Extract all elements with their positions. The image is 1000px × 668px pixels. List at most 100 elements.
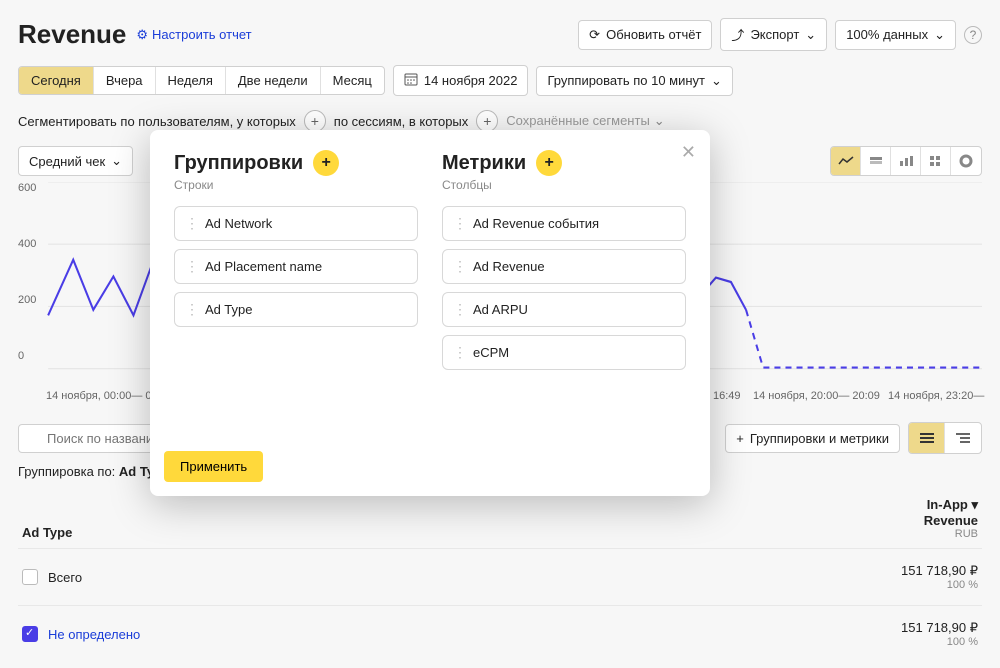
y-tick: 0 bbox=[18, 350, 24, 362]
y-tick: 400 bbox=[18, 238, 36, 250]
period-week[interactable]: Неделя bbox=[156, 67, 226, 94]
row-checkbox[interactable] bbox=[22, 626, 38, 642]
pill-label: Ad Revenue bbox=[473, 259, 545, 274]
metric-pill[interactable]: ⋮ Ad Revenue события bbox=[442, 206, 686, 241]
data-percent-button[interactable]: 100% данных ⌄ bbox=[835, 20, 956, 50]
table-view-toggle bbox=[908, 422, 982, 454]
grouping-prefix: Группировка по: bbox=[18, 464, 115, 479]
chart-pie-icon[interactable] bbox=[951, 147, 981, 175]
period-yesterday[interactable]: Вчера bbox=[94, 67, 156, 94]
drag-icon[interactable]: ⋮ bbox=[453, 344, 465, 361]
col-ad-type[interactable]: Ad Type bbox=[22, 525, 72, 540]
metric-select-label: Средний чек bbox=[29, 154, 105, 169]
pill-label: Ad ARPU bbox=[473, 302, 528, 317]
list-view-icon[interactable] bbox=[909, 423, 945, 453]
export-label: Экспорт bbox=[750, 27, 799, 42]
saved-segments-select[interactable]: Сохранённые сегменты bbox=[506, 113, 664, 129]
close-icon[interactable]: ✕ bbox=[681, 142, 696, 163]
grouping-pill[interactable]: ⋮Ad Placement name bbox=[174, 249, 418, 284]
period-row: Сегодня Вчера Неделя Две недели Месяц 14… bbox=[18, 65, 982, 96]
date-label: 14 ноября 2022 bbox=[424, 73, 518, 88]
table-header: Ad Type In-App ▾ Revenue RUB bbox=[18, 493, 982, 548]
upload-icon: ⤴ bbox=[731, 25, 744, 44]
pill-label: Ad Type bbox=[205, 302, 252, 317]
chevron-down-icon: ⌄ bbox=[711, 73, 722, 89]
header: Revenue ⚙ Настроить отчет ⟳ Обновить отч… bbox=[18, 18, 982, 51]
row-label[interactable]: Не определено bbox=[48, 627, 140, 642]
apply-button[interactable]: Применить bbox=[164, 451, 263, 482]
groupings-title: Группировки bbox=[174, 152, 303, 175]
chevron-down-icon: ⌄ bbox=[805, 27, 816, 43]
data-pct-label: 100% данных bbox=[846, 27, 928, 42]
drag-icon[interactable]: ⋮ bbox=[453, 258, 465, 275]
grouping-pill[interactable]: ⋮ Ad Network bbox=[174, 206, 418, 241]
export-button[interactable]: ⤴ Экспорт ⌄ bbox=[720, 18, 827, 51]
add-user-segment-button[interactable]: + bbox=[304, 110, 326, 132]
drag-icon[interactable]: ⋮ bbox=[185, 258, 197, 275]
groupings-column: Группировки + Строки ⋮ Ad Network ⋮Ad Pla… bbox=[174, 150, 418, 441]
groupings-sub: Строки bbox=[174, 178, 418, 192]
chevron-down-icon: ⌄ bbox=[934, 27, 945, 43]
row-amount: 151 718,90 ₽ bbox=[901, 563, 978, 579]
calendar-icon bbox=[404, 72, 418, 89]
metrics-column: Метрики + Столбцы ⋮ Ad Revenue события ⋮ A… bbox=[442, 150, 686, 441]
metric-select[interactable]: Средний чек ⌄ bbox=[18, 146, 133, 176]
period-segments: Сегодня Вчера Неделя Две недели Месяц bbox=[18, 66, 385, 95]
grouping-metrics-button[interactable]: + Группировки и метрики bbox=[725, 424, 900, 453]
x-tick: 14 ноября, 23:20— bbox=[888, 390, 984, 402]
drag-icon[interactable]: ⋮ bbox=[185, 215, 197, 232]
drag-icon[interactable]: ⋮ bbox=[185, 301, 197, 318]
pill-label: eCPM bbox=[473, 345, 509, 360]
configure-label: Настроить отчет bbox=[152, 27, 252, 42]
period-today[interactable]: Сегодня bbox=[19, 67, 94, 94]
pill-label: Ad Network bbox=[205, 216, 272, 231]
refresh-label: Обновить отчёт bbox=[606, 27, 701, 42]
gear-icon: ⚙ bbox=[136, 27, 148, 43]
refresh-button[interactable]: ⟳ Обновить отчёт bbox=[578, 20, 712, 50]
add-session-segment-button[interactable]: + bbox=[476, 110, 498, 132]
sort-desc-icon: ▾ bbox=[971, 497, 978, 512]
chart-bar-icon[interactable] bbox=[891, 147, 921, 175]
grouping-btn-label: Группировки и метрики bbox=[750, 431, 889, 446]
drag-icon[interactable]: ⋮ bbox=[453, 215, 465, 232]
plus-icon: + bbox=[736, 431, 744, 446]
row-pct: 100 % bbox=[901, 579, 978, 591]
segment-users-label: Сегментировать по пользователям, у котор… bbox=[18, 114, 296, 129]
row-checkbox[interactable] bbox=[22, 569, 38, 585]
refresh-icon: ⟳ bbox=[589, 27, 600, 43]
configure-report-link[interactable]: ⚙ Настроить отчет bbox=[136, 27, 251, 43]
chart-grid-icon[interactable] bbox=[921, 147, 951, 175]
x-tick: 14 ноября, 20:00— 20:09 bbox=[753, 390, 880, 402]
row-pct: 100 % bbox=[901, 636, 978, 648]
row-label: Всего bbox=[48, 570, 82, 585]
tree-view-icon[interactable] bbox=[945, 423, 981, 453]
chart-stacked-icon[interactable] bbox=[861, 147, 891, 175]
group-by-label: Группировать по 10 минут bbox=[547, 73, 705, 88]
help-icon[interactable]: ? bbox=[964, 26, 982, 44]
metric-pill[interactable]: ⋮ Ad Revenue bbox=[442, 249, 686, 284]
drag-icon[interactable]: ⋮ bbox=[453, 301, 465, 318]
metrics-sub: Столбцы bbox=[442, 178, 686, 192]
metrics-title: Метрики bbox=[442, 152, 526, 175]
x-tick: 14 ноября, 00:00— 00 bbox=[46, 390, 158, 402]
row-amount: 151 718,90 ₽ bbox=[901, 620, 978, 636]
grouping-metrics-modal: ✕ Группировки + Строки ⋮ Ad Network ⋮Ad P… bbox=[150, 130, 710, 496]
col-revenue[interactable]: In-App ▾ Revenue RUB bbox=[924, 497, 978, 540]
add-grouping-button[interactable]: + bbox=[313, 150, 339, 176]
period-two-weeks[interactable]: Две недели bbox=[226, 67, 321, 94]
segment-sessions-label: по сессиям, в которых bbox=[334, 114, 468, 129]
y-tick: 600 bbox=[18, 182, 36, 194]
period-month[interactable]: Месяц bbox=[321, 67, 384, 94]
chevron-down-icon: ⌄ bbox=[111, 153, 122, 169]
metric-pill[interactable]: ⋮ Ad ARPU bbox=[442, 292, 686, 327]
add-metric-button[interactable]: + bbox=[536, 150, 562, 176]
date-picker[interactable]: 14 ноября 2022 bbox=[393, 65, 529, 96]
grouping-pill[interactable]: ⋮ Ad Type bbox=[174, 292, 418, 327]
pill-label: Ad Revenue события bbox=[473, 216, 599, 231]
group-by-select[interactable]: Группировать по 10 минут ⌄ bbox=[536, 66, 732, 96]
y-tick: 200 bbox=[18, 294, 36, 306]
metric-pill[interactable]: ⋮ eCPM bbox=[442, 335, 686, 370]
table-row: Всего 151 718,90 ₽ 100 % bbox=[18, 548, 982, 605]
page-title: Revenue bbox=[18, 19, 126, 50]
chart-line-icon[interactable] bbox=[831, 147, 861, 175]
